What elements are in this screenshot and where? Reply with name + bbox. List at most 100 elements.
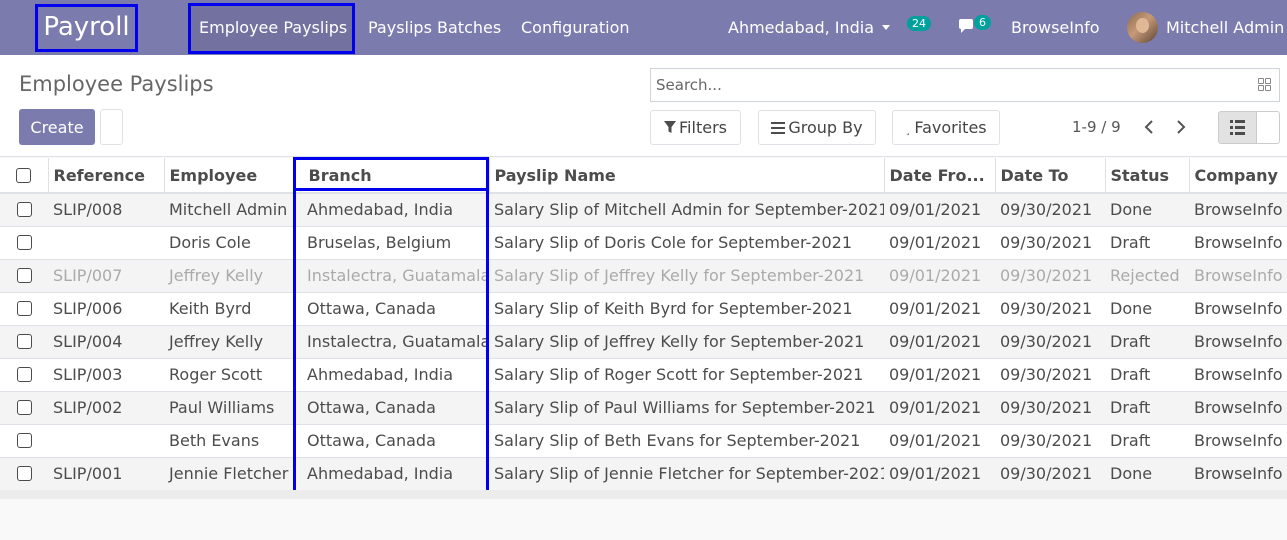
menu-payslips-batches[interactable]: Payslips Batches xyxy=(368,0,501,55)
employee-cell[interactable]: Paul Williams xyxy=(164,391,295,424)
date-to-cell[interactable]: 09/30/2021 xyxy=(995,259,1105,292)
branch-cell[interactable]: Ahmedabad, India xyxy=(295,358,489,391)
create-button[interactable]: Create xyxy=(19,109,95,145)
date-from-cell[interactable]: 09/01/2021 xyxy=(884,457,995,490)
date-from-cell[interactable]: 09/01/2021 xyxy=(884,325,995,358)
company-cell[interactable]: BrowseInfo xyxy=(1189,259,1287,292)
status-cell[interactable]: Draft xyxy=(1105,226,1189,259)
reference-cell[interactable]: SLIP/006 xyxy=(48,292,164,325)
status-cell[interactable]: Done xyxy=(1105,292,1189,325)
column-header-company[interactable]: Company xyxy=(1189,158,1287,194)
search-bar[interactable] xyxy=(650,68,1280,102)
date-to-cell[interactable]: 09/30/2021 xyxy=(995,424,1105,457)
reference-cell[interactable]: SLIP/003 xyxy=(48,358,164,391)
upload-button[interactable] xyxy=(100,109,123,145)
employee-cell[interactable]: Keith Byrd xyxy=(164,292,295,325)
column-header-date-from[interactable]: Date Fro... xyxy=(884,158,996,194)
row-checkbox[interactable] xyxy=(16,235,32,250)
company-cell[interactable]: BrowseInfo xyxy=(1189,292,1287,325)
search-input[interactable] xyxy=(656,72,1246,98)
payslip-name-cell[interactable]: Salary Slip of Jennie Fletcher for Septe… xyxy=(489,457,884,490)
branch-cell[interactable]: Instalectra, Guatamala xyxy=(295,325,489,358)
payslip-name-cell[interactable]: Salary Slip of Keith Byrd for September-… xyxy=(489,292,884,325)
date-from-cell[interactable]: 09/01/2021 xyxy=(884,193,995,226)
payslip-name-cell[interactable]: Salary Slip of Beth Evans for September-… xyxy=(489,424,884,457)
date-to-cell[interactable]: 09/30/2021 xyxy=(995,391,1105,424)
user-menu[interactable]: Mitchell Admin xyxy=(1166,0,1284,55)
menu-configuration[interactable]: Configuration xyxy=(521,0,630,55)
row-checkbox[interactable] xyxy=(16,433,32,448)
date-from-cell[interactable]: 09/01/2021 xyxy=(884,424,995,457)
status-cell[interactable]: Rejected xyxy=(1105,259,1189,292)
employee-cell[interactable]: Jeffrey Kelly xyxy=(164,259,295,292)
employee-cell[interactable]: Jeffrey Kelly xyxy=(164,325,295,358)
column-header-date-to[interactable]: Date To xyxy=(995,158,1106,194)
reference-cell[interactable]: SLIP/002 xyxy=(48,391,164,424)
status-cell[interactable]: Draft xyxy=(1105,358,1189,391)
reference-cell[interactable] xyxy=(48,424,164,457)
date-to-cell[interactable]: 09/30/2021 xyxy=(995,292,1105,325)
branch-cell[interactable]: Ahmedabad, India xyxy=(295,457,489,490)
company-cell[interactable]: BrowseInfo xyxy=(1189,193,1287,226)
company-cell[interactable]: BrowseInfo xyxy=(1189,358,1287,391)
table-row[interactable]: SLIP/006 Keith Byrd Ottawa, Canada Salary S… xyxy=(0,292,1287,325)
row-checkbox[interactable] xyxy=(16,367,32,382)
payslip-name-cell[interactable]: Salary Slip of Jeffrey Kelly for Septemb… xyxy=(489,325,884,358)
branch-cell[interactable]: Bruselas, Belgium xyxy=(295,226,489,259)
column-header-payslip-name[interactable]: Payslip Name xyxy=(489,158,885,194)
list-view-button[interactable] xyxy=(1218,111,1257,144)
date-from-cell[interactable]: 09/01/2021 xyxy=(884,391,995,424)
company-cell[interactable]: BrowseInfo xyxy=(1189,325,1287,358)
reference-cell[interactable]: SLIP/001 xyxy=(48,457,164,490)
row-checkbox[interactable] xyxy=(16,334,32,349)
branch-selector[interactable]: Ahmedabad, India xyxy=(728,0,891,55)
column-header-branch[interactable]: Branch xyxy=(295,158,490,194)
status-cell[interactable]: Done xyxy=(1105,193,1189,226)
row-checkbox[interactable] xyxy=(16,466,32,482)
table-row[interactable]: SLIP/004 Jeffrey Kelly Instalectra, Guatam… xyxy=(0,325,1287,358)
other-view-button[interactable] xyxy=(1257,111,1280,144)
branch-cell[interactable]: Ottawa, Canada xyxy=(295,424,489,457)
reference-cell[interactable]: SLIP/007 xyxy=(48,259,164,292)
company-switcher[interactable]: BrowseInfo xyxy=(1011,0,1100,55)
row-checkbox[interactable] xyxy=(16,301,32,316)
company-cell[interactable]: BrowseInfo xyxy=(1189,391,1287,424)
filters-button[interactable]: Filters xyxy=(650,110,741,145)
activity-count-badge[interactable]: 24 xyxy=(907,16,931,31)
date-to-cell[interactable]: 09/30/2021 xyxy=(995,457,1105,490)
date-to-cell[interactable]: 09/30/2021 xyxy=(995,193,1105,226)
row-checkbox[interactable] xyxy=(16,202,32,218)
company-cell[interactable]: BrowseInfo xyxy=(1189,226,1287,259)
grid-icon[interactable] xyxy=(1258,78,1271,91)
date-to-cell[interactable]: 09/30/2021 xyxy=(995,325,1105,358)
table-row[interactable]: Beth Evans Ottawa, Canada Salary Slip of B… xyxy=(0,424,1287,457)
table-row[interactable]: Doris Cole Bruselas, Belgium Salary Slip o… xyxy=(0,226,1287,259)
status-cell[interactable]: Done xyxy=(1105,457,1189,490)
table-row[interactable]: SLIP/001 Jennie Fletcher Ahmedabad, India S… xyxy=(0,457,1287,490)
pager-previous-button[interactable] xyxy=(1138,116,1160,138)
date-from-cell[interactable]: 09/01/2021 xyxy=(884,292,995,325)
employee-cell[interactable]: Jennie Fletcher xyxy=(164,457,295,490)
favorites-button[interactable]: ¸ Favorites xyxy=(892,110,1000,145)
employee-cell[interactable]: Roger Scott xyxy=(164,358,295,391)
status-cell[interactable]: Draft xyxy=(1105,391,1189,424)
employee-cell[interactable]: Mitchell Admin xyxy=(164,193,295,226)
menu-employee-payslips[interactable]: Employee Payslips xyxy=(199,0,347,55)
row-checkbox[interactable] xyxy=(16,400,32,415)
table-row[interactable]: SLIP/007 Jeffrey Kelly Instalectra, Guatam… xyxy=(0,259,1287,292)
pager-value[interactable]: 1-9 / 9 xyxy=(1072,118,1121,136)
date-to-cell[interactable]: 09/30/2021 xyxy=(995,358,1105,391)
app-brand-payroll[interactable]: Payroll xyxy=(35,4,138,52)
reference-cell[interactable]: SLIP/004 xyxy=(48,325,164,358)
company-cell[interactable]: BrowseInfo xyxy=(1189,457,1287,490)
payslip-name-cell[interactable]: Salary Slip of Paul Williams for Septemb… xyxy=(489,391,884,424)
branch-cell[interactable]: Ottawa, Canada xyxy=(295,292,489,325)
status-cell[interactable]: Draft xyxy=(1105,424,1189,457)
column-header-reference[interactable]: Reference xyxy=(48,158,165,194)
branch-cell[interactable]: Ahmedabad, India xyxy=(295,193,489,226)
employee-cell[interactable]: Doris Cole xyxy=(164,226,295,259)
group-by-button[interactable]: Group By xyxy=(758,110,876,145)
message-count-badge[interactable]: 6 xyxy=(974,15,991,30)
date-from-cell[interactable]: 09/01/2021 xyxy=(884,358,995,391)
payslip-name-cell[interactable]: Salary Slip of Roger Scott for September… xyxy=(489,358,884,391)
